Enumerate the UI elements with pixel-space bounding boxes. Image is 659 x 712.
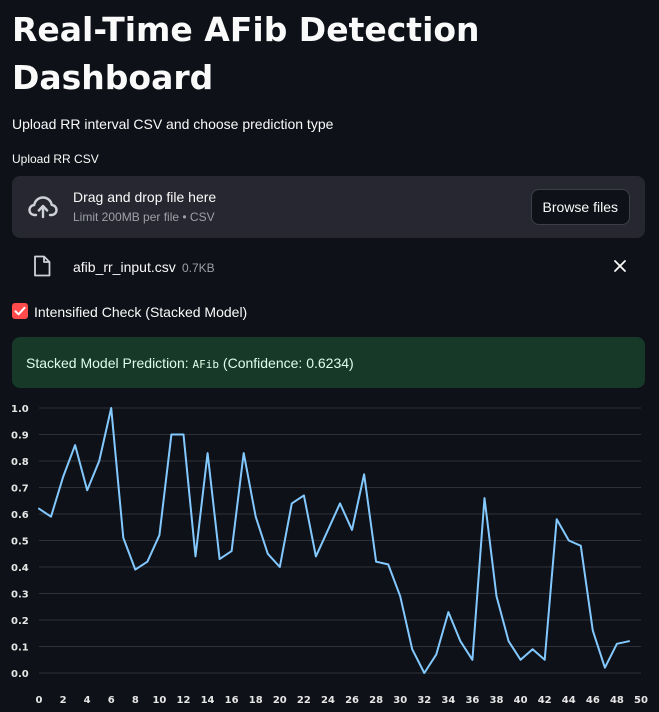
file-icon: [34, 255, 51, 277]
uploaded-file-size: 0.7KB: [182, 261, 215, 275]
x-tick-label: 0: [36, 695, 43, 706]
y-tick-label: 0.9: [11, 431, 29, 442]
uploader-label: Upload RR CSV: [12, 152, 99, 166]
x-tick-label: 24: [321, 695, 335, 706]
close-icon[interactable]: [612, 258, 628, 274]
y-tick-label: 0.2: [11, 616, 29, 627]
rr-interval-line-chart: 0.00.10.20.30.40.50.60.70.80.91.00 2 4 6 8 10…: [11, 404, 648, 706]
y-tick-label: 0.3: [11, 590, 29, 601]
prediction-confidence: (Confidence: 0.6234): [219, 355, 354, 371]
file-dropzone[interactable]: Drag and drop file here Limit 200MB per …: [12, 176, 645, 238]
prediction-prefix: Stacked Model Prediction:: [26, 355, 193, 371]
x-tick-label: 36: [465, 695, 479, 706]
x-tick-label: 22: [297, 695, 311, 706]
x-tick-label: 28: [369, 695, 383, 706]
x-tick-label: 32: [417, 695, 431, 706]
stacked-model-checkbox[interactable]: [12, 303, 28, 319]
x-tick-label: 8: [132, 695, 139, 706]
cloud-upload-icon: [28, 196, 58, 219]
y-tick-label: 0.5: [11, 537, 29, 548]
x-tick-label: 44: [562, 695, 576, 706]
x-tick-label: 42: [538, 695, 552, 706]
main-content: Real-Time AFib Detection Dashboard Uploa…: [12, 0, 645, 388]
x-tick-label: 4: [84, 695, 91, 706]
x-tick-label: 50: [634, 695, 648, 706]
x-tick-label: 18: [249, 695, 263, 706]
y-tick-label: 0.8: [11, 457, 29, 468]
page-subtitle: Upload RR interval CSV and choose predic…: [12, 116, 334, 132]
browse-files-button[interactable]: Browse files: [530, 189, 630, 225]
x-tick-label: 6: [108, 695, 115, 706]
x-tick-label: 20: [273, 695, 287, 706]
x-tick-label: 34: [441, 695, 455, 706]
x-tick-label: 16: [225, 695, 239, 706]
y-tick-label: 1.0: [11, 404, 29, 415]
x-tick-label: 12: [177, 695, 191, 706]
x-tick-label: 30: [393, 695, 407, 706]
x-tick-label: 2: [60, 695, 67, 706]
x-tick-label: 40: [514, 695, 528, 706]
x-tick-label: 38: [490, 695, 504, 706]
stacked-model-checkbox-label: Intensified Check (Stacked Model): [34, 304, 248, 320]
x-tick-label: 26: [345, 695, 359, 706]
uploaded-file-row: afib_rr_input.csv 0.7KB: [12, 244, 645, 288]
y-tick-label: 0.6: [11, 510, 29, 521]
prediction-label: AFib: [192, 358, 220, 371]
x-tick-label: 10: [152, 695, 166, 706]
x-tick-label: 48: [610, 695, 624, 706]
x-tick-label: 14: [201, 695, 215, 706]
uploaded-file-name: afib_rr_input.csv: [73, 259, 176, 275]
y-tick-label: 0.0: [11, 669, 29, 680]
stacked-model-checkbox-row[interactable]: Intensified Check (Stacked Model): [12, 301, 645, 325]
page-title: Real-Time AFib Detection Dashboard: [12, 10, 480, 97]
prediction-result-alert: Stacked Model Prediction: AFib (Confiden…: [12, 337, 645, 388]
checkmark-icon: [14, 306, 26, 316]
dropzone-limit: Limit 200MB per file • CSV: [73, 210, 215, 224]
y-tick-label: 0.4: [11, 563, 29, 574]
dropzone-instructions: Drag and drop file here: [73, 189, 217, 205]
y-tick-label: 0.7: [11, 484, 29, 495]
x-tick-label: 46: [586, 695, 600, 706]
y-tick-label: 0.1: [11, 643, 29, 654]
